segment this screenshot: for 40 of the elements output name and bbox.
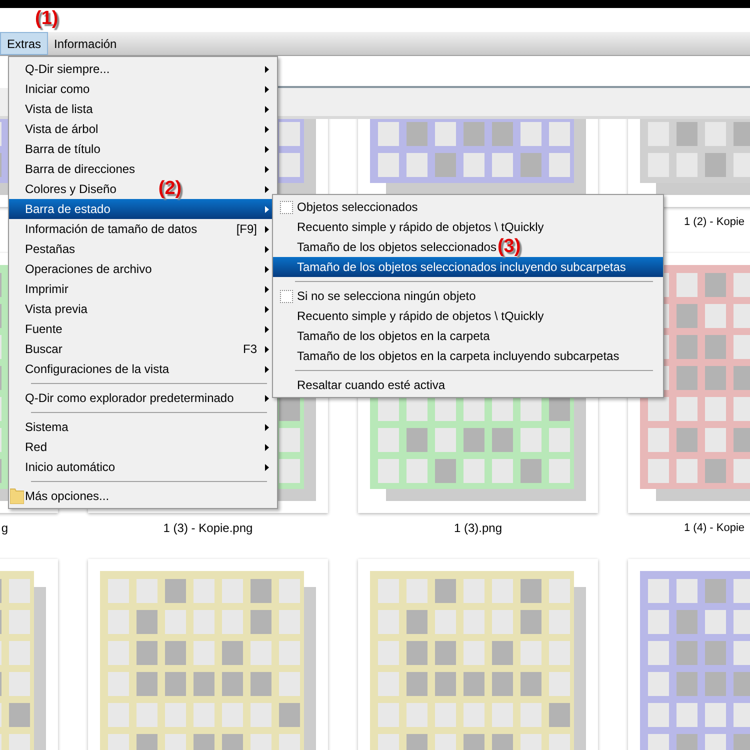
shortcut-label: [F9]	[236, 222, 257, 236]
file-name: 1 (3).png	[454, 520, 502, 537]
menu-item-label: Objetos seleccionados	[297, 200, 418, 214]
menu-item-label: Imprimir	[25, 282, 68, 296]
menu-item-label: Iniciar como	[25, 82, 90, 96]
menu-item-label: Recuento simple y rápido de objetos \ tQuickly	[297, 309, 544, 323]
menu-item-label: Barra de título	[25, 142, 100, 156]
shortcut-label: F3	[242, 342, 257, 356]
menu-item-label: Barra de estado	[25, 202, 110, 216]
menu-item-label: Q-Dir siempre...	[25, 62, 110, 76]
menu-item-label: Q-Dir como explorador predeterminado	[25, 391, 234, 405]
menu-item-label: Pestañas	[25, 242, 76, 256]
menu-item-label: Tamaño de los objetos seleccionados incluyendo subcarpetas	[297, 260, 626, 274]
step-marker: (2)	[158, 180, 182, 198]
menu-item-label: Sistema	[25, 420, 68, 434]
file-name: 1 (3) - Kopie.png	[163, 520, 253, 537]
menu-item-label: Más opciones...	[25, 489, 110, 503]
menu-item-label: Si no se selecciona ningún objeto	[297, 289, 476, 303]
menu-item-label: Vista de árbol	[25, 122, 98, 136]
menu-item-label: Operaciones de archivo	[25, 262, 152, 276]
menu-item-label: Fuente	[25, 322, 62, 336]
menu-item-label: Barra de direcciones	[25, 162, 136, 176]
menu-item-label: Configuraciones de la vista	[25, 362, 170, 376]
menu-item-label: Vista previa	[25, 302, 88, 316]
menu-item-label: Tamaño de los objetos en la carpeta	[297, 329, 490, 343]
menu-item-label: Tamaño de los objetos en la carpeta incluyendo subcarpetas	[297, 349, 620, 363]
file-name: 1 (2) - Kopie	[683, 215, 745, 230]
menu-item-label: Información de tamaño de datos	[25, 222, 198, 236]
file-name: 1 (4) - Kopie	[683, 521, 745, 536]
step-marker: (1)	[35, 8, 58, 30]
menu-item-label: Tamaño de los objetos seleccionados	[297, 240, 496, 254]
file-name: g	[1, 520, 9, 537]
menu-item-label: Colores y Diseño	[25, 182, 116, 196]
menu-item-label: Recuento simple y rápido de objetos \ tQuickly	[297, 220, 544, 234]
menu-item-label: Inicio automático	[25, 460, 116, 474]
menu-item-label: Resaltar cuando esté activa	[297, 378, 446, 392]
step-marker: (3)	[497, 238, 521, 256]
menu-item-label: Buscar	[25, 342, 62, 356]
menu-item-label: Vista de lista	[25, 102, 93, 116]
menu-item-label: Red	[25, 440, 48, 454]
